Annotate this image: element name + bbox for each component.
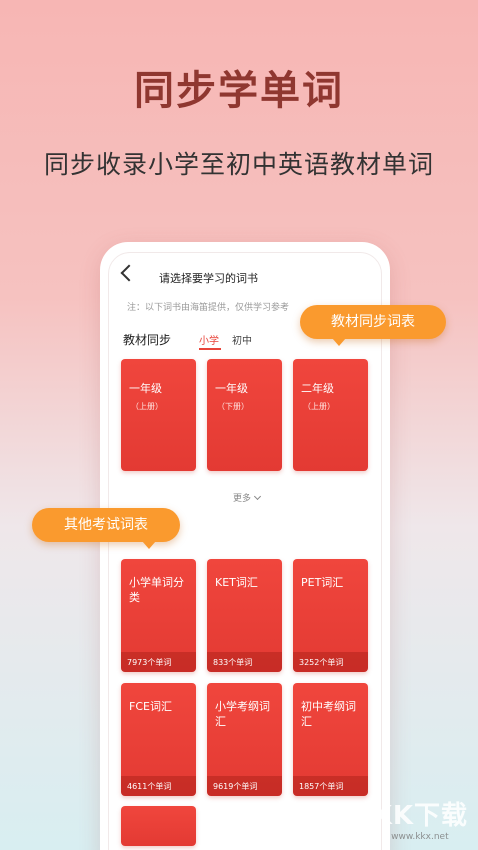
exam-card-count: 1857个单词 — [293, 776, 368, 796]
hero-title: 同步学单词 — [134, 68, 344, 114]
exam-card-title: PET词汇 — [301, 576, 344, 589]
screen-header: 请选择要学习的词书 — [109, 253, 381, 297]
callout-other-exams-label: 其他考试词表 — [64, 517, 148, 533]
exam-card-title: KET词汇 — [215, 576, 258, 589]
more-label: 更多 — [233, 494, 252, 504]
textbook-card-volume: （下册） — [217, 402, 249, 411]
callout-tail — [332, 338, 346, 346]
callout-other-exams: 其他考试词表 — [32, 508, 180, 549]
textbook-card-title: 二年级 — [301, 382, 334, 395]
hero-subtitle: 同步收录小学至初中英语教材单词 — [43, 150, 434, 179]
chevron-down-icon — [253, 492, 262, 501]
screen-title: 请选择要学习的词书 — [159, 272, 258, 285]
watermark: KK下载 www.kkx.net — [372, 795, 468, 842]
exam-card[interactable]: 小学单词分类 7973个单词 — [121, 559, 196, 672]
exam-card-partial[interactable] — [121, 806, 196, 846]
textbook-card-volume: （上册） — [131, 402, 163, 411]
textbook-card[interactable]: 二年级 （上册） — [293, 359, 368, 471]
callout-textbook-sync-label: 教材同步词表 — [331, 314, 415, 330]
exam-card-title: 小学考纲词汇 — [215, 700, 270, 728]
exam-card-title: FCE词汇 — [129, 700, 172, 713]
exam-card[interactable]: 小学考纲词汇 9619个单词 — [207, 683, 282, 796]
tab-junior[interactable]: 初中 — [232, 332, 252, 347]
source-note: 注：以下词书由海笛提供，仅供学习参考 — [127, 303, 290, 313]
exam-card-title: 初中考纲词汇 — [301, 700, 356, 728]
textbook-card[interactable]: 一年级 （上册） — [121, 359, 196, 471]
exam-card[interactable]: 初中考纲词汇 1857个单词 — [293, 683, 368, 796]
textbook-card-title: 一年级 — [215, 382, 248, 395]
tab-active-indicator — [199, 348, 221, 350]
watermark-logo: KK下载 — [371, 801, 468, 831]
textbook-card-volume: （上册） — [303, 402, 335, 411]
exam-card-count: 7973个单词 — [121, 652, 196, 672]
exam-card[interactable]: FCE词汇 4611个单词 — [121, 683, 196, 796]
exam-card-count: 9619个单词 — [207, 776, 282, 796]
more-button[interactable]: 更多 — [233, 491, 262, 504]
exam-card[interactable]: KET词汇 833个单词 — [207, 559, 282, 672]
callout-textbook-sync: 教材同步词表 — [300, 305, 446, 346]
tab-primary[interactable]: 小学 — [199, 332, 219, 347]
back-arrow-icon[interactable] — [120, 264, 138, 282]
textbook-card-title: 一年级 — [129, 382, 162, 395]
exam-card[interactable]: PET词汇 3252个单词 — [293, 559, 368, 672]
watermark-url: www.kkx.net — [391, 832, 449, 842]
exam-card-title: 小学单词分类 — [129, 576, 184, 604]
exam-card-count: 833个单词 — [207, 652, 282, 672]
section-label-textbook: 教材同步 — [123, 333, 172, 347]
callout-tail — [142, 541, 156, 549]
exam-card-count: 4611个单词 — [121, 776, 196, 796]
exam-card-count: 3252个单词 — [293, 652, 368, 672]
textbook-card[interactable]: 一年级 （下册） — [207, 359, 282, 471]
